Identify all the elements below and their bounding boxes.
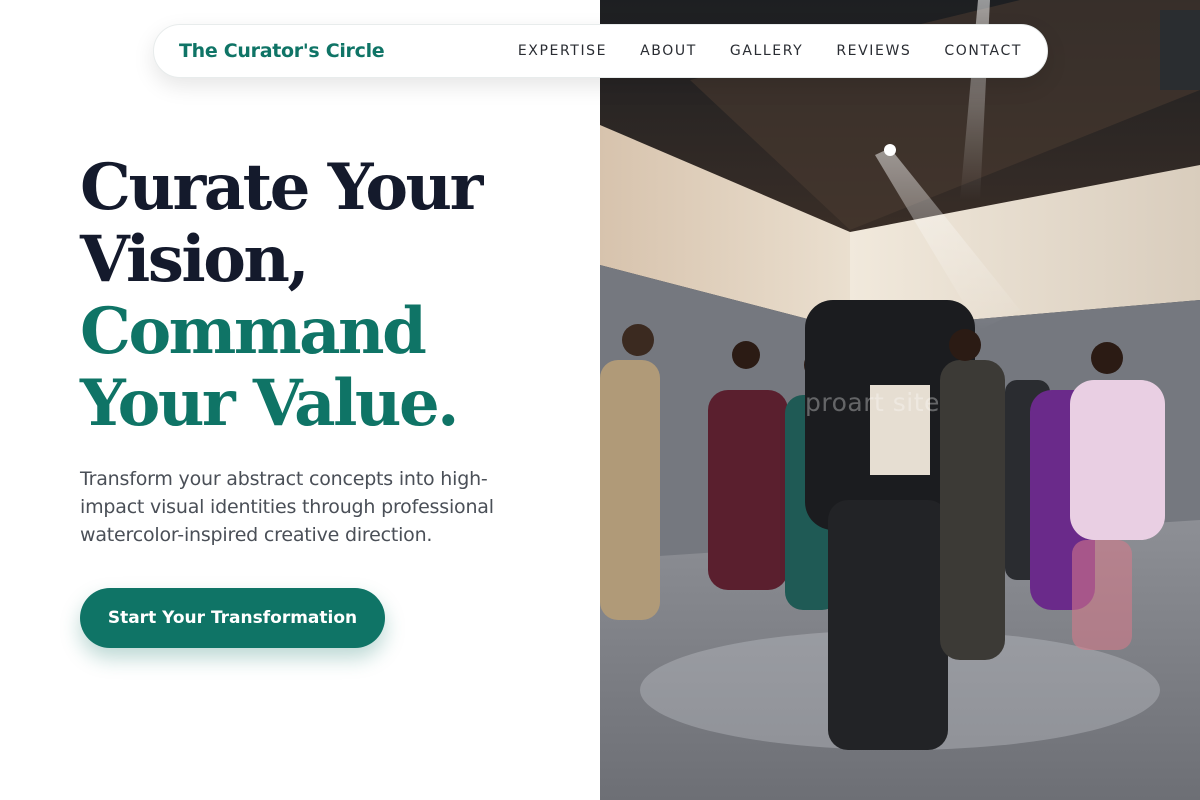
- hero-subtitle: Transform your abstract concepts into hi…: [80, 468, 494, 546]
- hero-headline: Curate Your Vision, Command Your Value.: [80, 152, 590, 440]
- nav-link-about[interactable]: ABOUT: [640, 43, 697, 59]
- headline-line-1: Curate Your: [80, 150, 483, 225]
- hero-photo: proart site: [600, 0, 1200, 800]
- headline-line-2: Vision,: [80, 222, 310, 297]
- nav-links: EXPERTISE ABOUT GALLERY REVIEWS CONTACT: [518, 43, 1022, 59]
- start-transformation-button[interactable]: Start Your Transformation: [80, 588, 385, 648]
- nav-link-expertise[interactable]: EXPERTISE: [518, 43, 607, 59]
- top-navigation: The Curator's Circle EXPERTISE ABOUT GAL…: [153, 24, 1048, 78]
- nav-link-contact[interactable]: CONTACT: [944, 43, 1022, 59]
- headline-line-4: Your Value.: [80, 366, 459, 441]
- nav-link-gallery[interactable]: GALLERY: [730, 43, 803, 59]
- photo-watermark: proart site: [805, 388, 940, 417]
- nav-link-reviews[interactable]: REVIEWS: [836, 43, 911, 59]
- brand-logo[interactable]: The Curator's Circle: [179, 40, 385, 62]
- headline-line-3: Command: [80, 294, 427, 369]
